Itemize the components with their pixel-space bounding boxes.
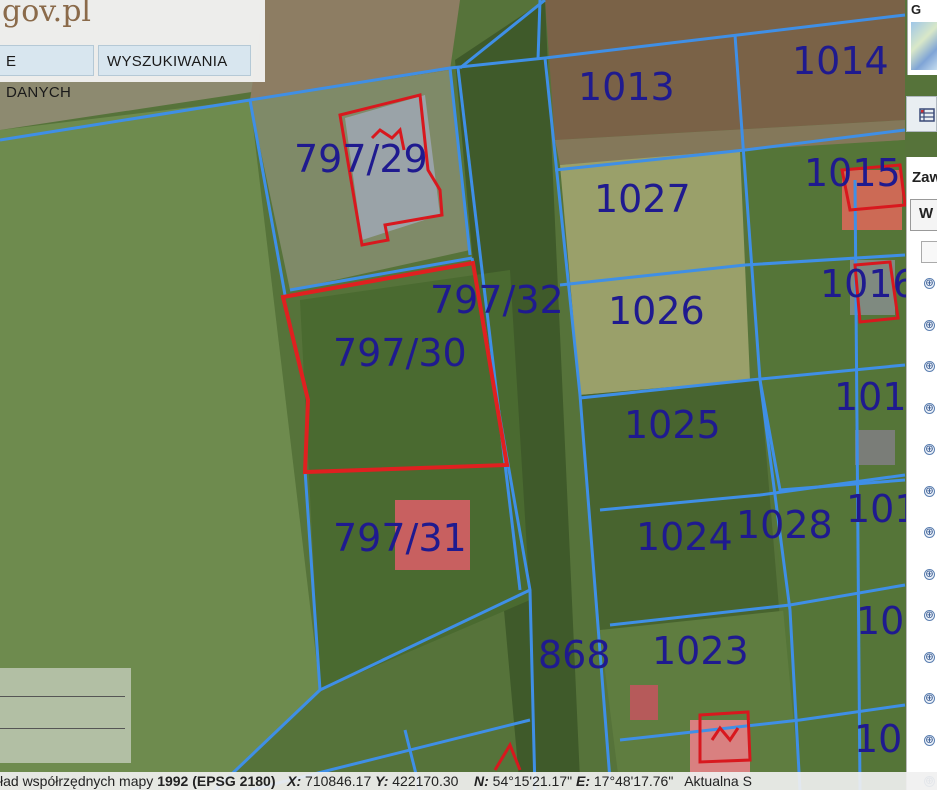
parcel-label-1028: 1028 <box>736 503 833 547</box>
parcel-label-1014: 1014 <box>792 39 889 83</box>
parcel-label-101-a: 101 <box>834 375 907 419</box>
layers-side-panel: Zaw W ⊕⊕⊕⊕⊕⊕⊕⊕⊕⊕⊕⊕⊕ <box>906 157 937 790</box>
grid-tool-button[interactable] <box>906 96 937 132</box>
search-button[interactable]: WYSZUKIWANIA <box>98 45 251 76</box>
parcel-label-797-30: 797/30 <box>333 331 467 375</box>
layer-expand-icon[interactable]: ⊕ <box>924 527 935 538</box>
overview-map-thumbnail[interactable] <box>911 22 937 70</box>
layer-expand-icon[interactable]: ⊕ <box>924 610 935 621</box>
parcel-label-1013: 1013 <box>578 65 675 109</box>
map-canvas[interactable] <box>0 0 937 790</box>
legend-panel <box>0 668 131 763</box>
site-logo[interactable]: gov.pl <box>2 0 91 29</box>
parcel-label-1015: 1015 <box>804 151 901 195</box>
parcel-label-797-31: 797/31 <box>333 516 467 560</box>
parcel-label-1016: 1016 <box>820 262 917 306</box>
overview-map-label: G <box>911 2 922 17</box>
layer-expand-icon[interactable]: ⊕ <box>924 319 935 331</box>
parcel-label-797-32: 797/32 <box>430 278 564 322</box>
parcel-label-10-a: 10 <box>856 599 905 643</box>
latitude-label: N: <box>474 773 489 789</box>
x-coordinate-label: X: <box>287 773 302 789</box>
parcel-label-1027: 1027 <box>594 177 691 221</box>
y-coordinate-label: Y: <box>375 773 389 789</box>
layer-expand-icon[interactable]: ⊕ <box>924 444 935 455</box>
overview-map[interactable]: G <box>907 0 937 75</box>
crs-prefix: ład współrzędnych mapy <box>0 773 158 789</box>
parcel-label-868: 868 <box>538 633 611 677</box>
x-coordinate-value: 710846.17 <box>305 773 372 789</box>
parcel-label-1025: 1025 <box>624 403 721 447</box>
layers-filter-input[interactable] <box>921 241 937 263</box>
crs-value: 1992 (EPSG 2180) <box>157 773 276 789</box>
layers-panel-tab[interactable]: W <box>910 199 937 231</box>
legend-divider <box>0 728 125 729</box>
legend-divider <box>0 696 125 697</box>
layer-expand-icon[interactable]: ⊕ <box>924 693 935 704</box>
layers-panel-title: Zaw <box>912 169 937 186</box>
parcel-label-1026: 1026 <box>608 289 705 333</box>
status-bar: ład współrzędnych mapy 1992 (EPSG 2180) … <box>0 772 937 790</box>
layer-expand-icon[interactable]: ⊕ <box>924 278 935 289</box>
latitude-value: 54°15'21.17" <box>492 773 573 789</box>
layers-panel-tab-label: W <box>919 205 934 222</box>
parcel-label-797-29: 797/29 <box>294 137 428 181</box>
y-coordinate-value: 422170.30 <box>392 773 459 789</box>
layer-expand-icon[interactable]: ⊕ <box>924 651 935 663</box>
parcel-label-1024: 1024 <box>636 515 733 559</box>
layer-expand-icon[interactable]: ⊕ <box>924 568 935 580</box>
layer-expand-icon[interactable]: ⊕ <box>924 734 935 746</box>
layer-expand-icon[interactable]: ⊕ <box>924 485 935 497</box>
grid-icon <box>919 108 935 122</box>
parcel-label-10-b: 10 <box>854 717 903 761</box>
layer-expand-icon[interactable]: ⊕ <box>924 361 935 372</box>
data-button[interactable]: E DANYCH <box>0 45 94 101</box>
parcel-label-1023: 1023 <box>652 629 749 673</box>
layer-expand-icon[interactable]: ⊕ <box>924 402 935 414</box>
longitude-label: E: <box>575 773 590 789</box>
longitude-value: 17°48'17.76" <box>593 773 674 789</box>
current-status-text: Aktualna S <box>684 773 752 789</box>
